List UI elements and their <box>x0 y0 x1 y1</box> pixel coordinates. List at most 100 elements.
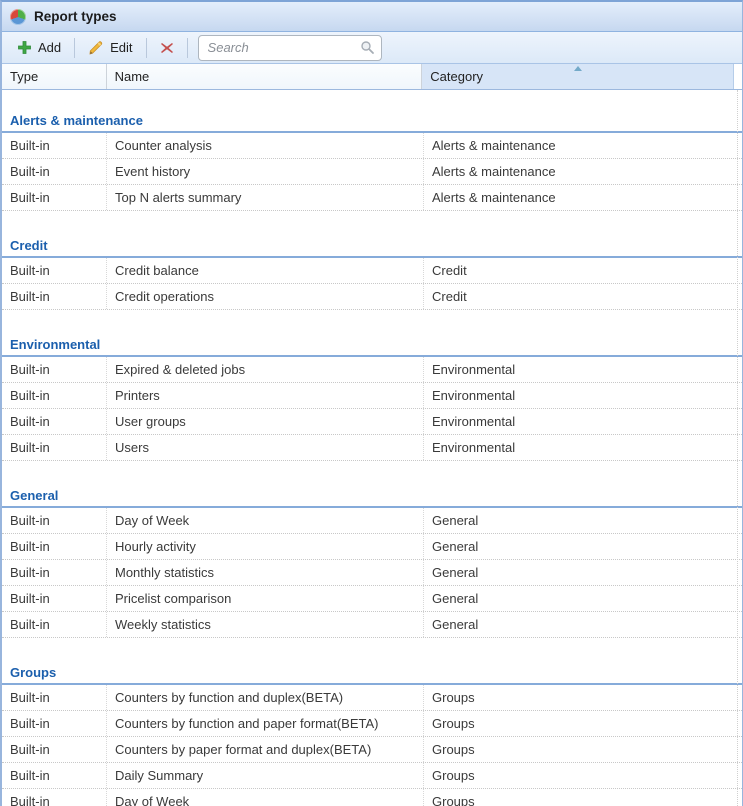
table-row[interactable]: Built-inDaily SummaryGroups <box>2 763 742 789</box>
table-row[interactable]: Built-inEvent historyAlerts & maintenanc… <box>2 159 742 185</box>
search-box[interactable] <box>198 35 382 61</box>
search-icon <box>360 40 375 55</box>
page-title: Report types <box>34 9 117 24</box>
column-header-type[interactable]: Type <box>2 64 107 89</box>
toolbar-separator <box>74 38 75 58</box>
cell-cat: General <box>424 508 737 533</box>
table-row[interactable]: Built-inMonthly statisticsGeneral <box>2 560 742 586</box>
group-header: Environmental <box>2 336 742 357</box>
add-button[interactable]: Add <box>8 36 70 59</box>
cell-cat: General <box>424 586 737 611</box>
cell-type: Built-in <box>2 560 107 585</box>
table-row[interactable]: Built-inUser groupsEnvironmental <box>2 409 742 435</box>
cell-type: Built-in <box>2 258 107 283</box>
table-row[interactable]: Built-inCounter analysisAlerts & mainten… <box>2 133 742 159</box>
cell-cat: Alerts & maintenance <box>424 133 737 158</box>
table-row[interactable]: Built-inCounters by function and paper f… <box>2 711 742 737</box>
cell-cat: Groups <box>424 711 737 736</box>
pencil-icon <box>88 40 104 56</box>
cell-name: Day of Week <box>107 789 424 806</box>
table-row[interactable]: Built-inUsersEnvironmental <box>2 435 742 461</box>
pie-chart-icon <box>10 9 26 25</box>
table-row[interactable]: Built-inCounters by paper format and dup… <box>2 737 742 763</box>
table-row[interactable]: Built-inWeekly statisticsGeneral <box>2 612 742 638</box>
cell-cat: Credit <box>424 284 737 309</box>
sort-ascending-icon <box>574 66 582 71</box>
cell-name: Event history <box>107 159 424 184</box>
cell-name: Day of Week <box>107 508 424 533</box>
plus-icon <box>17 40 32 55</box>
table-row[interactable]: Built-inPrintersEnvironmental <box>2 383 742 409</box>
cell-type: Built-in <box>2 534 107 559</box>
table-row[interactable]: Built-inHourly activityGeneral <box>2 534 742 560</box>
table-body: Alerts & maintenanceBuilt-inCounter anal… <box>2 90 742 806</box>
cell-cat: Groups <box>424 685 737 710</box>
table-row[interactable]: Built-inPricelist comparisonGeneral <box>2 586 742 612</box>
column-header-name-label: Name <box>115 69 150 84</box>
toolbar-separator <box>187 38 188 58</box>
group-header: General <box>2 487 742 508</box>
cell-cat: Groups <box>424 763 737 788</box>
cell-type: Built-in <box>2 586 107 611</box>
toolbar-separator <box>146 38 147 58</box>
column-header-category-label: Category <box>430 69 483 84</box>
delete-button[interactable] <box>151 37 183 59</box>
red-x-icon <box>160 41 174 55</box>
column-header-category[interactable]: Category <box>422 64 734 89</box>
groups-container: Alerts & maintenanceBuilt-inCounter anal… <box>2 112 742 806</box>
table-row[interactable]: Built-inDay of WeekGeneral <box>2 508 742 534</box>
cell-type: Built-in <box>2 435 107 460</box>
category-group: GroupsBuilt-inCounters by function and d… <box>2 664 742 806</box>
grid-right-rule <box>737 90 738 806</box>
table-row[interactable]: Built-inExpired & deleted jobsEnvironmen… <box>2 357 742 383</box>
search-input[interactable] <box>208 40 360 55</box>
cell-name: Users <box>107 435 424 460</box>
cell-cat: Groups <box>424 789 737 806</box>
cell-type: Built-in <box>2 159 107 184</box>
cell-cat: Environmental <box>424 435 737 460</box>
cell-type: Built-in <box>2 284 107 309</box>
cell-type: Built-in <box>2 711 107 736</box>
add-button-label: Add <box>38 40 61 55</box>
cell-type: Built-in <box>2 685 107 710</box>
cell-name: Pricelist comparison <box>107 586 424 611</box>
title-bar: Report types <box>2 2 742 32</box>
cell-name: Counter analysis <box>107 133 424 158</box>
table-row[interactable]: Built-inDay of WeekGroups <box>2 789 742 806</box>
cell-name: Credit balance <box>107 258 424 283</box>
cell-name: Expired & deleted jobs <box>107 357 424 382</box>
cell-type: Built-in <box>2 185 107 210</box>
cell-name: Printers <box>107 383 424 408</box>
edit-button[interactable]: Edit <box>79 36 141 60</box>
category-group: GeneralBuilt-inDay of WeekGeneralBuilt-i… <box>2 487 742 638</box>
column-header-name[interactable]: Name <box>107 64 423 89</box>
toolbar: Add Edit <box>2 32 742 64</box>
cell-cat: Credit <box>424 258 737 283</box>
cell-cat: Alerts & maintenance <box>424 159 737 184</box>
table-header: Type Name Category <box>2 64 742 90</box>
cell-name: Hourly activity <box>107 534 424 559</box>
cell-type: Built-in <box>2 508 107 533</box>
group-header: Groups <box>2 664 742 685</box>
cell-type: Built-in <box>2 133 107 158</box>
cell-cat: Environmental <box>424 383 737 408</box>
table-row[interactable]: Built-inCredit balanceCredit <box>2 258 742 284</box>
cell-cat: Groups <box>424 737 737 762</box>
table-row[interactable]: Built-inTop N alerts summaryAlerts & mai… <box>2 185 742 211</box>
cell-cat: Environmental <box>424 357 737 382</box>
category-group: CreditBuilt-inCredit balanceCreditBuilt-… <box>2 237 742 310</box>
cell-name: Weekly statistics <box>107 612 424 637</box>
table-row[interactable]: Built-inCredit operationsCredit <box>2 284 742 310</box>
category-group: Alerts & maintenanceBuilt-inCounter anal… <box>2 112 742 211</box>
cell-cat: Alerts & maintenance <box>424 185 737 210</box>
cell-cat: General <box>424 560 737 585</box>
cell-name: Counters by function and paper format(BE… <box>107 711 424 736</box>
cell-type: Built-in <box>2 409 107 434</box>
column-header-type-label: Type <box>10 69 38 84</box>
cell-name: Counters by function and duplex(BETA) <box>107 685 424 710</box>
cell-name: Monthly statistics <box>107 560 424 585</box>
cell-type: Built-in <box>2 612 107 637</box>
cell-cat: General <box>424 612 737 637</box>
cell-name: Daily Summary <box>107 763 424 788</box>
table-row[interactable]: Built-inCounters by function and duplex(… <box>2 685 742 711</box>
